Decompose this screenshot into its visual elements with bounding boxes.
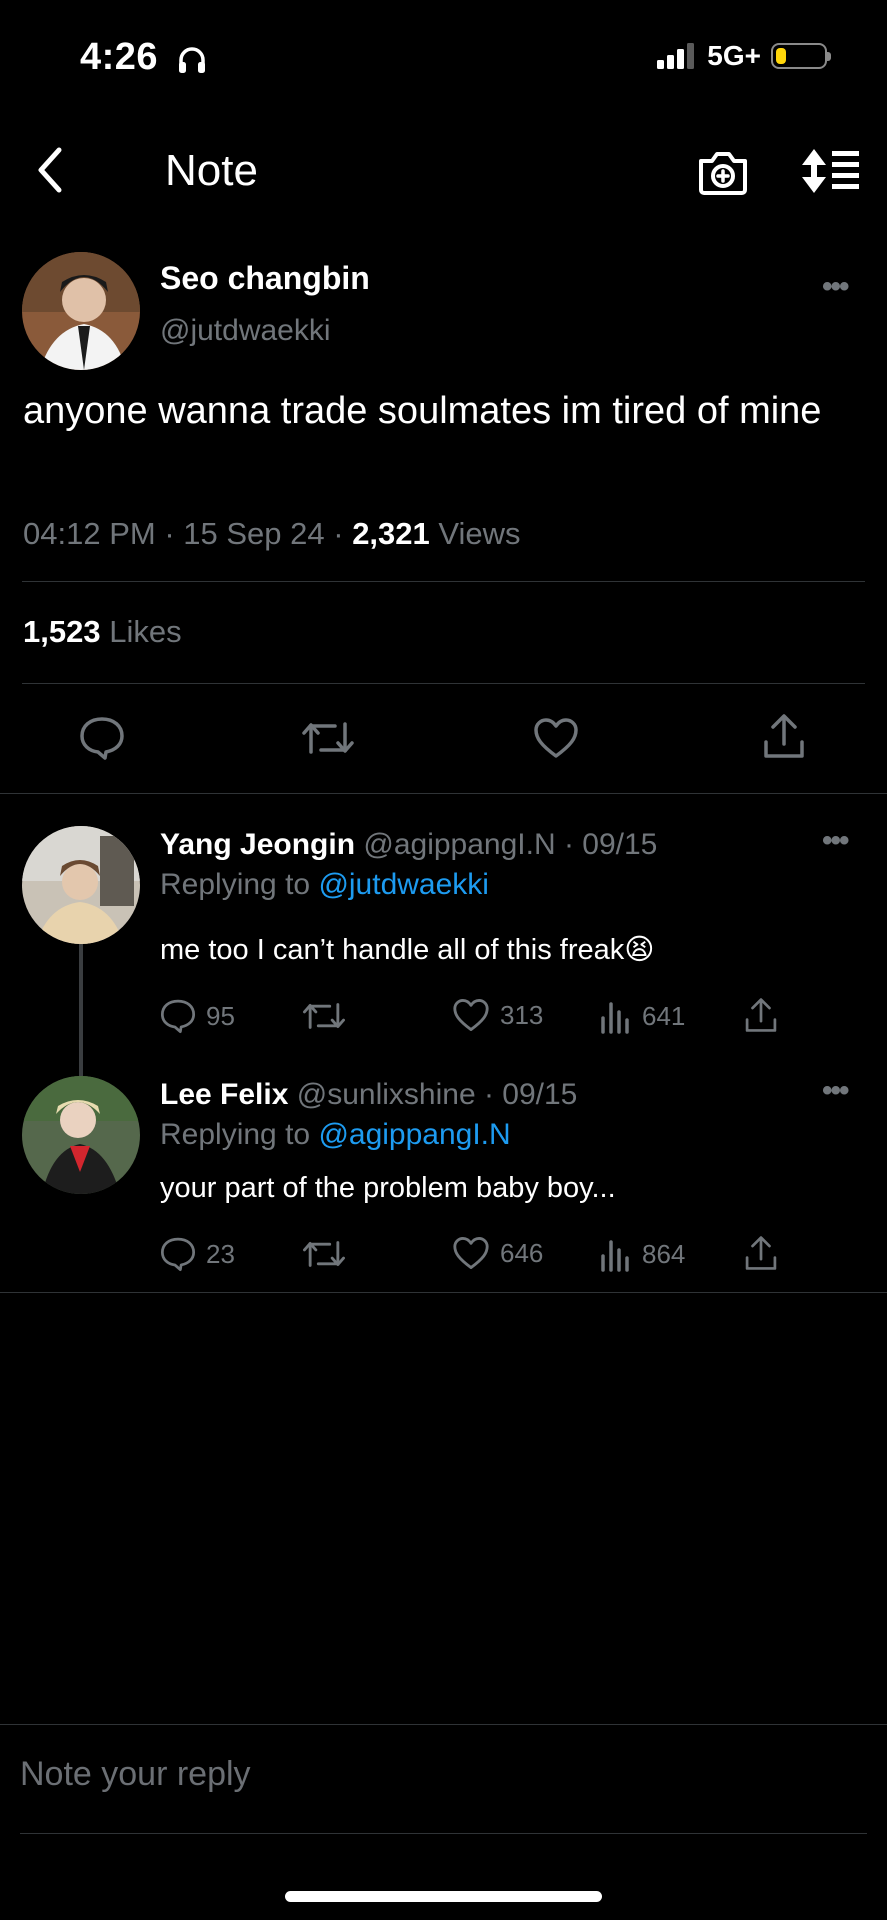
tired-face-emoji: 😫 xyxy=(624,932,655,966)
reply-views-button[interactable]: 864 xyxy=(600,1236,685,1272)
reply-text: your part of the problem baby boy... xyxy=(160,1172,616,1204)
reply-header: Yang Jeongin @agippangI.N · 09/15 xyxy=(160,828,657,862)
like-count: 646 xyxy=(500,1237,544,1268)
share-icon xyxy=(745,1236,777,1270)
reply-share-button[interactable] xyxy=(744,1234,778,1272)
camera-add-icon xyxy=(699,152,747,195)
chevron-left-icon xyxy=(38,147,62,193)
views-count: 641 xyxy=(642,1000,686,1031)
page-title: Note xyxy=(165,146,258,195)
views-label: Views xyxy=(438,516,521,551)
reply-text: me too I can’t handle all of this freak😫 xyxy=(160,932,655,967)
divider xyxy=(22,581,865,582)
comment-button[interactable] xyxy=(76,712,128,764)
views-icon xyxy=(601,1240,629,1272)
replying-label: Replying to xyxy=(160,868,311,901)
retweet-icon xyxy=(302,722,354,754)
author-avatar[interactable] xyxy=(22,252,140,370)
reply-input[interactable]: Note your reply xyxy=(20,1755,251,1794)
comment-icon xyxy=(160,999,196,1034)
views-count: 864 xyxy=(642,1238,686,1269)
views-icon xyxy=(601,1002,629,1034)
retweet-button[interactable] xyxy=(300,712,356,764)
comment-count: 95 xyxy=(206,1000,235,1031)
avatar-image xyxy=(22,252,140,370)
separator-dot: · xyxy=(333,516,353,551)
network-type: 5G+ xyxy=(707,40,761,71)
likes-count: 1,523 xyxy=(23,614,101,649)
comment-icon xyxy=(80,717,124,760)
back-button[interactable] xyxy=(28,142,72,198)
signal-icon xyxy=(657,43,695,69)
author-name[interactable]: Seo changbin xyxy=(160,260,370,297)
headphones-icon xyxy=(179,47,205,73)
divider xyxy=(0,1292,887,1293)
more-options-icon[interactable]: ••• xyxy=(822,270,849,304)
reply-comment-button[interactable]: 95 xyxy=(160,998,235,1034)
divider xyxy=(0,793,887,794)
battery-fill xyxy=(776,48,786,64)
heart-icon xyxy=(453,999,489,1031)
reply-comment-button[interactable]: 23 xyxy=(160,1236,235,1272)
home-indicator[interactable] xyxy=(285,1891,602,1902)
divider xyxy=(22,683,865,684)
likes-summary[interactable]: 1,523 Likes xyxy=(23,614,182,650)
more-options-icon[interactable]: ••• xyxy=(822,1074,849,1108)
share-button[interactable] xyxy=(758,708,810,764)
retweet-icon xyxy=(303,1241,345,1267)
divider xyxy=(0,1724,887,1725)
replying-to: Replying to @jutdwaekki xyxy=(160,868,489,902)
reply-avatar[interactable] xyxy=(22,1076,140,1194)
status-right: 5G+ xyxy=(657,40,831,72)
thread-line xyxy=(79,944,83,1076)
retweet-icon xyxy=(303,1003,345,1029)
heart-icon xyxy=(534,718,578,758)
reply-like-button[interactable]: 313 xyxy=(452,998,543,1032)
reply-author-name[interactable]: Lee Felix xyxy=(160,1078,288,1111)
avatar-image xyxy=(22,826,140,944)
like-count: 313 xyxy=(500,999,544,1030)
more-options-icon[interactable]: ••• xyxy=(822,824,849,858)
reply-author-name[interactable]: Yang Jeongin xyxy=(160,828,355,861)
reply-handle-date[interactable]: @sunlixshine · 09/15 xyxy=(297,1078,578,1111)
tweet-time: 04:12 PM xyxy=(23,516,156,551)
replying-to-link[interactable]: @jutdwaekki xyxy=(318,868,489,901)
comment-icon xyxy=(160,1237,196,1272)
sort-button[interactable] xyxy=(802,148,860,194)
reply-handle-date[interactable]: @agippangI.N · 09/15 xyxy=(363,828,657,861)
reply-header: Lee Felix @sunlixshine · 09/15 xyxy=(160,1078,577,1112)
reply-like-button[interactable]: 646 xyxy=(452,1236,543,1270)
reply-share-button[interactable] xyxy=(744,996,778,1034)
likes-label: Likes xyxy=(109,614,182,649)
tweet-text: anyone wanna trade soulmates im tired of… xyxy=(23,390,822,432)
share-icon xyxy=(764,714,804,758)
avatar-image xyxy=(22,1076,140,1194)
reply-avatar[interactable] xyxy=(22,826,140,944)
views-count: 2,321 xyxy=(352,516,430,551)
divider xyxy=(20,1833,867,1834)
tweet-meta: 04:12 PM · 15 Sep 24 · 2,321 Views xyxy=(23,516,521,552)
heart-icon xyxy=(453,1237,489,1269)
replying-label: Replying to xyxy=(160,1118,311,1151)
replying-to-link[interactable]: @agippangI.N xyxy=(318,1118,510,1151)
share-icon xyxy=(745,998,777,1032)
status-time: 4:26 xyxy=(80,36,159,78)
replying-to: Replying to @agippangI.N xyxy=(160,1118,511,1152)
reply-views-button[interactable]: 641 xyxy=(600,998,685,1034)
battery-nub xyxy=(827,52,831,61)
reply-retweet-button[interactable] xyxy=(302,998,346,1034)
tweet-date: 15 Sep 24 xyxy=(183,516,325,551)
like-button[interactable] xyxy=(530,712,582,764)
camera-button[interactable] xyxy=(694,146,752,198)
author-handle[interactable]: @jutdwaekki xyxy=(160,314,331,348)
reply-retweet-button[interactable] xyxy=(302,1236,346,1272)
reply-text-body: me too I can’t handle all of this freak xyxy=(160,934,625,966)
sort-icon xyxy=(802,149,859,193)
comment-count: 23 xyxy=(206,1238,235,1269)
battery-icon xyxy=(771,43,831,69)
separator-dot: · xyxy=(164,516,184,551)
